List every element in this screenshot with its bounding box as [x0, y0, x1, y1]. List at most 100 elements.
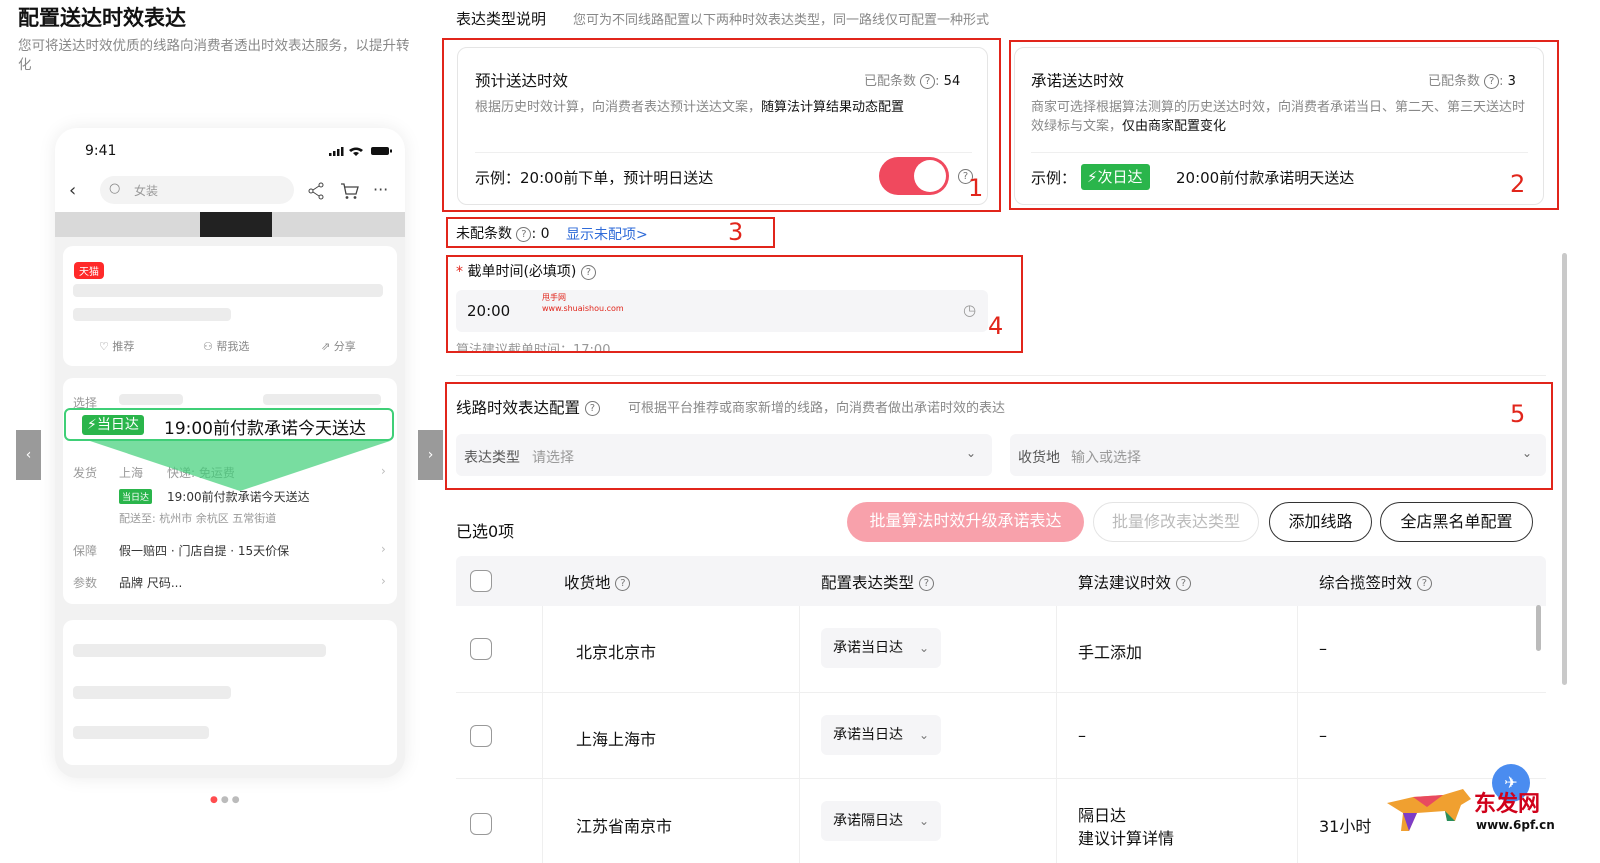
row-sign-time: 31小时	[1319, 817, 1372, 836]
logo-bull-icon	[1387, 789, 1471, 831]
add-route-button[interactable]: 添加线路	[1269, 502, 1372, 542]
callout-highlight-tail	[90, 441, 390, 491]
share-action[interactable]: ⇗ 分享	[321, 338, 356, 354]
help-icon[interactable]: ?	[1416, 576, 1432, 591]
annotation-number-4: 4	[988, 312, 1004, 340]
row-checkbox[interactable]	[470, 813, 492, 835]
row-suggested-time: 手工添加	[1078, 643, 1143, 662]
skeleton-line	[73, 726, 209, 739]
help-icon[interactable]: ?	[1175, 576, 1191, 591]
row-type-value: 承诺隔日达	[833, 813, 903, 829]
same-day-callout: ⚡当日达 19:00前付款承诺今天送达	[64, 408, 394, 441]
row-type-value: 承诺当日达	[833, 727, 903, 743]
row-destination: 北京北京市	[576, 643, 657, 662]
phone-nav-bar: ‹ ○ 女装 ···	[55, 172, 405, 212]
help-choose-action[interactable]: ⚇ 帮我选	[203, 338, 249, 354]
params-label: 参数	[73, 576, 98, 590]
annotation-number-1: 1	[968, 174, 984, 202]
row-checkbox[interactable]	[470, 638, 492, 660]
guarantee-label: 保障	[73, 544, 98, 558]
help-choose-label: 帮我选	[216, 340, 250, 353]
phone-time: 9:41	[85, 143, 117, 159]
help-icon[interactable]: ?	[918, 576, 934, 591]
annotation-box-4	[446, 255, 1023, 353]
row-checkbox[interactable]	[470, 725, 492, 747]
title-placeholder	[73, 308, 231, 321]
guarantee-text: 假一赔四 · 门店自提 · 15天价保	[119, 544, 290, 558]
watermark-brand: 东发网	[1474, 792, 1541, 817]
chevron-right-icon[interactable]: ›	[381, 542, 386, 556]
carousel-dots[interactable]: ●●●	[210, 795, 243, 805]
row-type-select[interactable]: 承诺当日达 ⌄	[821, 628, 941, 668]
table-row: 北京北京市 承诺当日达 ⌄ 手工添加 –	[456, 606, 1546, 692]
tmall-badge: 天猫	[74, 262, 104, 279]
more-icon[interactable]: ···	[373, 180, 388, 199]
annotation-box-1	[442, 38, 1001, 212]
help-icon[interactable]: ?	[615, 576, 631, 591]
header-sign-time-text: 综合揽签时效	[1319, 574, 1413, 592]
product-image	[55, 212, 405, 237]
prev-slide-button[interactable]: ‹	[16, 430, 41, 480]
annotation-box-3	[446, 217, 775, 248]
table-row: 上海上海市 承诺当日达 ⌄ – –	[456, 693, 1546, 779]
recommend-label: 推荐	[112, 340, 135, 353]
table-scrollbar[interactable]	[1536, 605, 1541, 651]
batch-upgrade-button[interactable]: 批量算法时效升级承诺表达	[847, 502, 1084, 542]
row-suggested-time: 隔日达	[1078, 806, 1127, 825]
selected-count: 已选0项	[456, 522, 515, 541]
search-icon: ○	[109, 181, 121, 196]
calc-details-link[interactable]: 建议计算详情	[1078, 825, 1174, 849]
same-day-tag: ⚡当日达	[82, 415, 144, 435]
select-placeholder	[119, 394, 183, 405]
share-label: 分享	[333, 340, 356, 353]
chevron-down-icon: ⌄	[918, 814, 929, 828]
title-placeholder	[73, 284, 383, 297]
deliver-to: 配送至: 杭州市 余杭区 五常街道	[119, 512, 277, 525]
back-icon[interactable]: ‹	[69, 180, 76, 201]
phone-search-input[interactable]: ○ 女装	[100, 176, 294, 204]
phone-search-placeholder: 女装	[134, 184, 159, 198]
same-day-mini-tag: 当日达	[119, 489, 153, 504]
annotation-number-3: 3	[728, 218, 744, 246]
header-expression-type: 配置表达类型 ?	[821, 571, 934, 593]
section-divider	[456, 375, 1546, 376]
annotation-number-2: 2	[1510, 170, 1526, 198]
product-image-subject	[200, 212, 272, 237]
types-section-hint: 您可为不同线路配置以下两种时效表达类型，同一路线仅可配置一种形式	[573, 13, 990, 28]
select-all-checkbox[interactable]	[470, 570, 492, 592]
chevron-down-icon: ⌄	[918, 728, 929, 742]
page-scrollbar[interactable]	[1562, 253, 1567, 685]
next-slide-button[interactable]: ›	[418, 430, 443, 480]
types-section-title: 表达类型说明	[456, 10, 547, 28]
same-day-callout-text: 19:00前付款承诺今天送达	[164, 419, 366, 439]
annotation-box-5	[445, 382, 1553, 490]
row-suggested-time: –	[1078, 726, 1086, 745]
row-type-select[interactable]: 承诺隔日达 ⌄	[821, 801, 941, 841]
header-sign-time: 综合揽签时效 ?	[1319, 571, 1432, 593]
row-type-select[interactable]: 承诺当日达 ⌄	[821, 715, 941, 755]
params-text: 品牌 尺码...	[119, 576, 183, 590]
page-description: 您可将送达时效优质的线路向消费者透出时效表达服务，以提升转化	[18, 38, 410, 73]
page-title: 配置送达时效表达	[18, 6, 186, 30]
row-sign-time: –	[1319, 639, 1327, 658]
product-info-card: 天猫 ♡ 推荐 ⚇ 帮我选 ⇗ 分享	[63, 246, 397, 366]
row-sign-time: –	[1319, 726, 1327, 745]
header-destination-text: 收货地	[564, 574, 611, 592]
row-destination: 江苏省南京市	[576, 817, 673, 836]
skeleton-card	[63, 620, 397, 765]
header-suggested-time: 算法建议时效 ?	[1078, 571, 1191, 593]
annotation-box-2	[1009, 40, 1559, 210]
store-blacklist-button[interactable]: 全店黑名单配置	[1380, 502, 1533, 542]
cart-icon[interactable]	[340, 182, 360, 200]
chevron-right-icon[interactable]: ›	[381, 574, 386, 588]
status-icons	[329, 147, 392, 156]
batch-modify-button[interactable]: 批量修改表达类型	[1093, 502, 1259, 542]
same-day-tag-label: 当日达	[96, 417, 139, 433]
header-suggested-time-text: 算法建议时效	[1078, 574, 1172, 592]
share-icon[interactable]	[307, 182, 325, 200]
recommend-action[interactable]: ♡ 推荐	[99, 338, 134, 354]
phone-status-bar: 9:41	[55, 128, 405, 172]
select-placeholder	[263, 394, 381, 405]
chevron-down-icon: ⌄	[918, 641, 929, 655]
skeleton-line	[73, 686, 231, 699]
